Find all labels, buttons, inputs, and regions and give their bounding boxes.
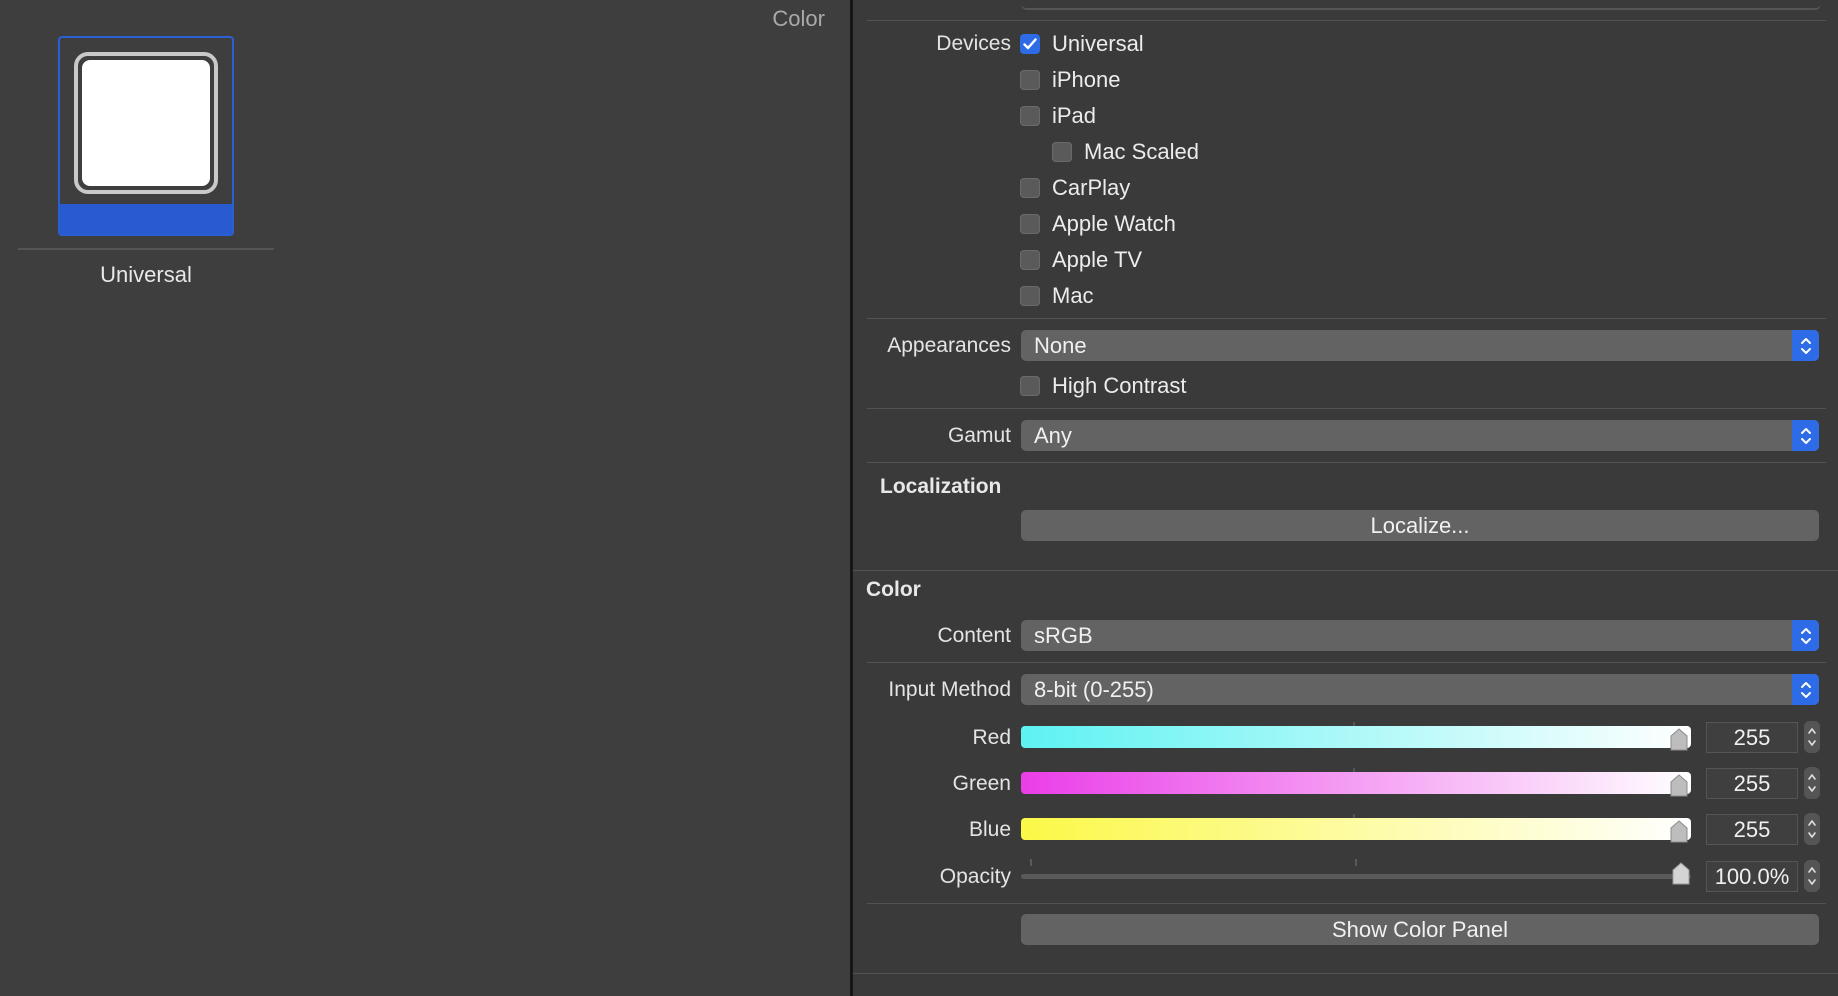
devices-label: Devices: [936, 32, 1011, 55]
stepper-arrows-icon: [1808, 728, 1816, 746]
checkbox-label: Mac: [1052, 283, 1094, 308]
opacity-tick-start: [1030, 859, 1032, 866]
red-stepper[interactable]: [1804, 721, 1820, 753]
opacity-value-field[interactable]: 100.0%: [1706, 861, 1798, 892]
checkbox-label: Apple Watch: [1052, 211, 1176, 236]
swatch-fill: [82, 60, 210, 186]
color-section-title: Color: [866, 578, 921, 601]
content-select[interactable]: sRGB: [1021, 620, 1819, 651]
blue-label: Blue: [968, 818, 1011, 841]
select-value: Any: [1034, 423, 1072, 448]
section-divider: [853, 973, 1838, 974]
truncated-field: [1021, 0, 1821, 10]
checkbox-box[interactable]: [1052, 142, 1072, 162]
checkbox-box[interactable]: [1020, 106, 1040, 126]
blue-value-field[interactable]: 255: [1706, 814, 1798, 845]
red-slider-knob[interactable]: [1669, 728, 1689, 752]
checkbox-carplay[interactable]: CarPlay: [1020, 175, 1130, 201]
blue-slider-knob[interactable]: [1669, 820, 1689, 844]
appearances-select[interactable]: None: [1021, 330, 1819, 361]
green-slider-knob[interactable]: [1669, 774, 1689, 798]
attributes-inspector: Devices Universal iPhone iPad Mac Scaled…: [853, 0, 1838, 996]
chevron-up-down-icon: [1792, 330, 1819, 361]
blue-stepper[interactable]: [1804, 813, 1820, 845]
checkbox-mac-scaled[interactable]: Mac Scaled: [1052, 139, 1199, 165]
green-slider-track[interactable]: [1021, 772, 1691, 794]
stepper-arrows-icon: [1808, 774, 1816, 792]
appearances-label: Appearances: [887, 334, 1011, 357]
swatch-label: Universal: [100, 262, 192, 287]
chevron-up-down-icon: [1792, 420, 1819, 451]
checkbox-apple-watch[interactable]: Apple Watch: [1020, 211, 1176, 237]
green-label: Green: [952, 772, 1011, 795]
checkbox-universal[interactable]: Universal: [1020, 31, 1144, 57]
checkbox-box[interactable]: [1020, 214, 1040, 234]
checkbox-label: iPad: [1052, 103, 1097, 128]
gamut-select[interactable]: Any: [1021, 420, 1819, 451]
checkbox-label: Universal: [1052, 31, 1144, 56]
checkbox-box[interactable]: [1020, 250, 1040, 270]
green-stepper[interactable]: [1804, 767, 1820, 799]
checkbox-label: Apple TV: [1052, 247, 1143, 272]
app-window: Color Universal Devices Universal iPhone: [0, 0, 1838, 996]
divider: [867, 462, 1826, 463]
divider: [867, 318, 1826, 319]
checkbox-label: iPhone: [1052, 67, 1121, 92]
gamut-label: Gamut: [947, 424, 1011, 447]
checkbox-label: Mac Scaled: [1084, 139, 1199, 164]
opacity-slider-knob[interactable]: [1671, 862, 1691, 886]
input-method-label: Input Method: [888, 678, 1011, 701]
opacity-tick-center: [1355, 859, 1357, 866]
checkbox-checked-icon[interactable]: [1020, 34, 1040, 54]
select-value: sRGB: [1034, 623, 1093, 648]
swatch-selection-bar: [60, 204, 232, 234]
divider: [867, 408, 1826, 409]
checkbox-iphone[interactable]: iPhone: [1020, 67, 1121, 93]
divider: [867, 903, 1826, 904]
localization-section-title: Localization: [880, 475, 1002, 498]
show-color-panel-button[interactable]: Show Color Panel: [1021, 914, 1819, 945]
checkbox-high-contrast[interactable]: High Contrast: [1020, 373, 1187, 399]
asset-canvas: Color Universal: [0, 0, 850, 996]
checkbox-box[interactable]: [1020, 286, 1040, 306]
checkbox-label: CarPlay: [1052, 175, 1131, 200]
select-value: None: [1034, 333, 1087, 358]
chevron-up-down-icon: [1792, 620, 1819, 651]
section-divider: [853, 570, 1838, 571]
red-label: Red: [972, 726, 1011, 749]
opacity-stepper[interactable]: [1804, 860, 1820, 892]
checkbox-label: High Contrast: [1052, 373, 1187, 398]
select-value: 8-bit (0-255): [1034, 677, 1154, 702]
green-value-field[interactable]: 255: [1706, 768, 1798, 799]
stepper-arrows-icon: [1808, 867, 1816, 885]
checkbox-box[interactable]: [1020, 70, 1040, 90]
checkbox-mac[interactable]: Mac: [1020, 283, 1094, 309]
chevron-up-down-icon: [1792, 674, 1819, 705]
divider: [867, 20, 1826, 21]
checkbox-ipad[interactable]: iPad: [1020, 103, 1096, 129]
checkbox-box[interactable]: [1020, 178, 1040, 198]
canvas-title: Color: [772, 6, 825, 31]
input-method-select[interactable]: 8-bit (0-255): [1021, 674, 1819, 705]
opacity-label: Opacity: [939, 865, 1011, 888]
canvas-divider: [18, 248, 274, 250]
red-slider-track[interactable]: [1021, 726, 1691, 748]
stepper-arrows-icon: [1808, 820, 1816, 838]
checkbox-box[interactable]: [1020, 376, 1040, 396]
divider: [867, 662, 1826, 663]
color-swatch-universal[interactable]: [58, 36, 234, 236]
blue-slider-track[interactable]: [1021, 818, 1691, 840]
opacity-slider-track[interactable]: [1021, 874, 1691, 879]
checkbox-apple-tv[interactable]: Apple TV: [1020, 247, 1142, 273]
content-label: Content: [937, 624, 1011, 647]
swatch-frame: [74, 52, 218, 194]
red-value-field[interactable]: 255: [1706, 722, 1798, 753]
localize-button[interactable]: Localize...: [1021, 510, 1819, 541]
